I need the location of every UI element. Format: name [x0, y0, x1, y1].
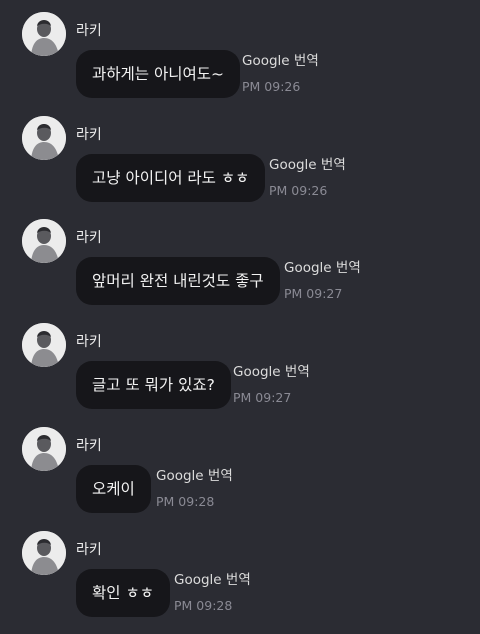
avatar[interactable] [22, 323, 66, 367]
google-translate-link[interactable]: Google 번역 [269, 156, 346, 174]
chat-message: 라키 고냥 아이디어 라도 ㅎㅎ Google 번역 PM 09:26 [0, 116, 480, 220]
message-timestamp: PM 09:27 [233, 390, 292, 405]
sender-name: 라키 [76, 438, 102, 454]
message-timestamp: PM 09:28 [174, 598, 233, 613]
message-bubble[interactable]: 글고 또 뭐가 있죠? [76, 361, 231, 409]
message-meta: Google 번역 PM 09:28 [174, 571, 251, 614]
chat-message: 라키 과하게는 아니여도~ Google 번역 PM 09:26 [0, 12, 480, 116]
avatar[interactable] [22, 531, 66, 575]
sender-name: 라키 [76, 334, 102, 350]
message-bubble[interactable]: 고냥 아이디어 라도 ㅎㅎ [76, 154, 266, 202]
chat-message-list: 라키 과하게는 아니여도~ Google 번역 PM 09:26 라키 고냥 아… [0, 0, 480, 634]
sender-name: 라키 [76, 230, 102, 246]
message-timestamp: PM 09:28 [156, 494, 215, 509]
sender-name: 라키 [76, 127, 102, 143]
message-bubble[interactable]: 오케이 [76, 465, 151, 513]
message-timestamp: PM 09:27 [284, 286, 343, 301]
avatar[interactable] [22, 12, 66, 56]
avatar[interactable] [22, 219, 66, 263]
message-bubble[interactable]: 확인 ㅎㅎ [76, 569, 170, 617]
message-meta: Google 번역 PM 09:26 [269, 156, 346, 199]
sender-name: 라키 [76, 542, 102, 558]
message-timestamp: PM 09:26 [269, 183, 328, 198]
message-meta: Google 번역 PM 09:27 [233, 363, 310, 406]
chat-message: 라키 확인 ㅎㅎ Google 번역 PM 09:28 [0, 531, 480, 634]
message-timestamp: PM 09:26 [242, 79, 301, 94]
sender-name: 라키 [76, 23, 102, 39]
message-bubble[interactable]: 과하게는 아니여도~ [76, 50, 240, 98]
chat-message: 라키 앞머리 완전 내린것도 좋구 Google 번역 PM 09:27 [0, 219, 480, 323]
chat-message: 라키 글고 또 뭐가 있죠? Google 번역 PM 09:27 [0, 323, 480, 427]
message-meta: Google 번역 PM 09:28 [156, 467, 233, 510]
avatar[interactable] [22, 116, 66, 160]
message-meta: Google 번역 PM 09:26 [242, 52, 319, 95]
google-translate-link[interactable]: Google 번역 [233, 363, 310, 381]
avatar[interactable] [22, 427, 66, 471]
message-bubble[interactable]: 앞머리 완전 내린것도 좋구 [76, 257, 280, 305]
google-translate-link[interactable]: Google 번역 [156, 467, 233, 485]
google-translate-link[interactable]: Google 번역 [242, 52, 319, 70]
message-meta: Google 번역 PM 09:27 [284, 259, 361, 302]
google-translate-link[interactable]: Google 번역 [174, 571, 251, 589]
google-translate-link[interactable]: Google 번역 [284, 259, 361, 277]
chat-message: 라키 오케이 Google 번역 PM 09:28 [0, 427, 480, 531]
